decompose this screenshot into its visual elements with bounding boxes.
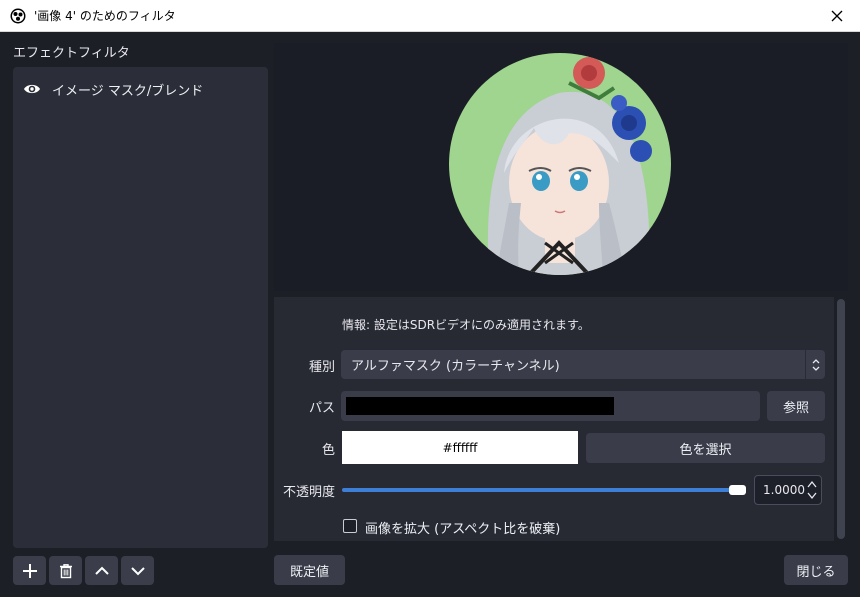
move-down-button[interactable] xyxy=(121,556,154,585)
masked-image-preview xyxy=(449,53,671,275)
opacity-value: 1.0000 xyxy=(763,483,805,497)
filters-heading: エフェクトフィルタ xyxy=(13,46,130,61)
trash-icon xyxy=(59,563,72,578)
anime-character-illustration xyxy=(487,57,652,275)
close-icon xyxy=(831,10,843,22)
obs-logo-icon xyxy=(10,8,26,23)
type-label: 種別 xyxy=(308,360,335,375)
source-preview xyxy=(274,43,848,291)
chevron-down-icon xyxy=(130,566,145,575)
title-bar: '画像 4' のためのフィルタ xyxy=(0,0,860,32)
add-filter-button[interactable] xyxy=(13,556,46,585)
stretch-image-checkbox[interactable] xyxy=(343,519,357,533)
filter-list[interactable]: イメージ マスク/ブレンド xyxy=(13,67,268,548)
eye-icon[interactable] xyxy=(23,82,41,96)
path-input[interactable] xyxy=(341,391,760,421)
filter-item-label: イメージ マスク/ブレンド xyxy=(52,83,204,99)
close-button[interactable]: 閉じる xyxy=(784,555,848,585)
select-color-button[interactable]: 色を選択 xyxy=(586,433,825,463)
filter-item-image-mask[interactable]: イメージ マスク/ブレンド xyxy=(13,75,268,103)
updown-arrows-icon xyxy=(805,350,825,379)
move-up-button[interactable] xyxy=(85,556,118,585)
defaults-button[interactable]: 既定値 xyxy=(274,555,345,585)
close-window-button[interactable] xyxy=(814,0,860,32)
type-select-value: アルファマスク (カラーチャンネル) xyxy=(351,359,560,374)
opacity-slider-handle[interactable] xyxy=(729,485,746,495)
add-icon xyxy=(22,563,37,578)
chevron-up-icon xyxy=(94,566,109,575)
opacity-spinbox[interactable]: 1.0000 xyxy=(754,475,822,505)
stretch-image-label: 画像を拡大 (アスペクト比を破棄) xyxy=(365,522,561,537)
window-title: '画像 4' のためのフィルタ xyxy=(34,9,176,23)
opacity-slider-track[interactable] xyxy=(342,488,746,492)
properties-scrollbar[interactable] xyxy=(837,299,845,539)
updown-arrows-icon[interactable] xyxy=(806,479,818,501)
path-label: パス xyxy=(308,401,335,416)
color-label: 色 xyxy=(321,443,335,458)
info-text: 情報: 設定はSDRビデオにのみ適用されます。 xyxy=(342,318,590,332)
remove-filter-button[interactable] xyxy=(49,556,82,585)
redacted-path xyxy=(346,397,614,415)
color-swatch[interactable]: #ffffff xyxy=(342,431,578,464)
opacity-label: 不透明度 xyxy=(282,485,335,500)
scrollbar-thumb[interactable] xyxy=(837,299,845,539)
type-select[interactable]: アルファマスク (カラーチャンネル) xyxy=(341,350,825,379)
browse-button[interactable]: 参照 xyxy=(767,391,825,421)
